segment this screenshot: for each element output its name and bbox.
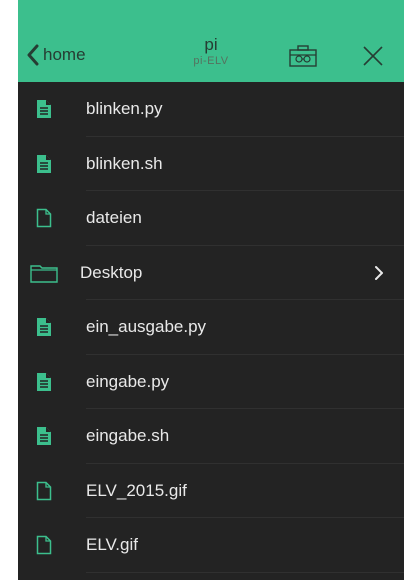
file-name: ein_ausgabe.py	[86, 317, 207, 337]
list-item[interactable]: blinken.py	[18, 82, 404, 137]
list-item[interactable]: blinken.sh	[18, 137, 404, 191]
file-name: ELV.gif	[86, 535, 138, 555]
text-file-icon	[36, 99, 78, 119]
file-name: eingabe.sh	[86, 426, 170, 446]
file-name: dateien	[86, 208, 142, 228]
file-name: eingabe.py	[86, 371, 170, 391]
list-item[interactable]: eingabe.sh	[18, 409, 404, 464]
list-item[interactable]: ELV_2015.gif	[18, 464, 404, 518]
file-list: blinken.py blinken.sh dateien Desktop ein_au…	[18, 82, 404, 573]
chevron-left-icon	[27, 44, 39, 66]
app-screen: home pi pi-ELV blinken.py blinken.sh datei…	[18, 0, 404, 580]
toolbox-button[interactable]	[288, 41, 318, 71]
list-item[interactable]: ELV.gif	[18, 518, 404, 573]
blank-file-icon	[36, 208, 78, 228]
list-item[interactable]: Desktop	[18, 246, 404, 300]
row-divider	[86, 571, 404, 573]
list-item[interactable]: eingabe.py	[18, 355, 404, 409]
file-name: blinken.py	[86, 99, 163, 119]
status-bar	[18, 0, 404, 28]
file-name: Desktop	[80, 262, 143, 282]
chevron-right-icon	[374, 246, 384, 300]
folder-icon	[30, 263, 72, 283]
text-file-icon	[36, 154, 78, 174]
back-label: home	[43, 45, 86, 64]
list-item[interactable]: ein_ausgabe.py	[18, 300, 404, 355]
toolbox-icon	[289, 45, 317, 67]
file-name: ELV_2015.gif	[86, 480, 187, 500]
text-file-icon	[36, 372, 78, 392]
navigation-bar: home pi pi-ELV	[18, 28, 404, 82]
blank-file-icon	[36, 481, 78, 501]
back-button[interactable]: home	[26, 28, 86, 82]
close-button[interactable]	[358, 41, 388, 71]
text-file-icon	[36, 317, 78, 337]
text-file-icon	[36, 426, 78, 446]
close-icon	[363, 46, 383, 66]
file-name: blinken.sh	[86, 153, 163, 173]
blank-file-icon	[36, 535, 78, 555]
list-item[interactable]: dateien	[18, 191, 404, 246]
